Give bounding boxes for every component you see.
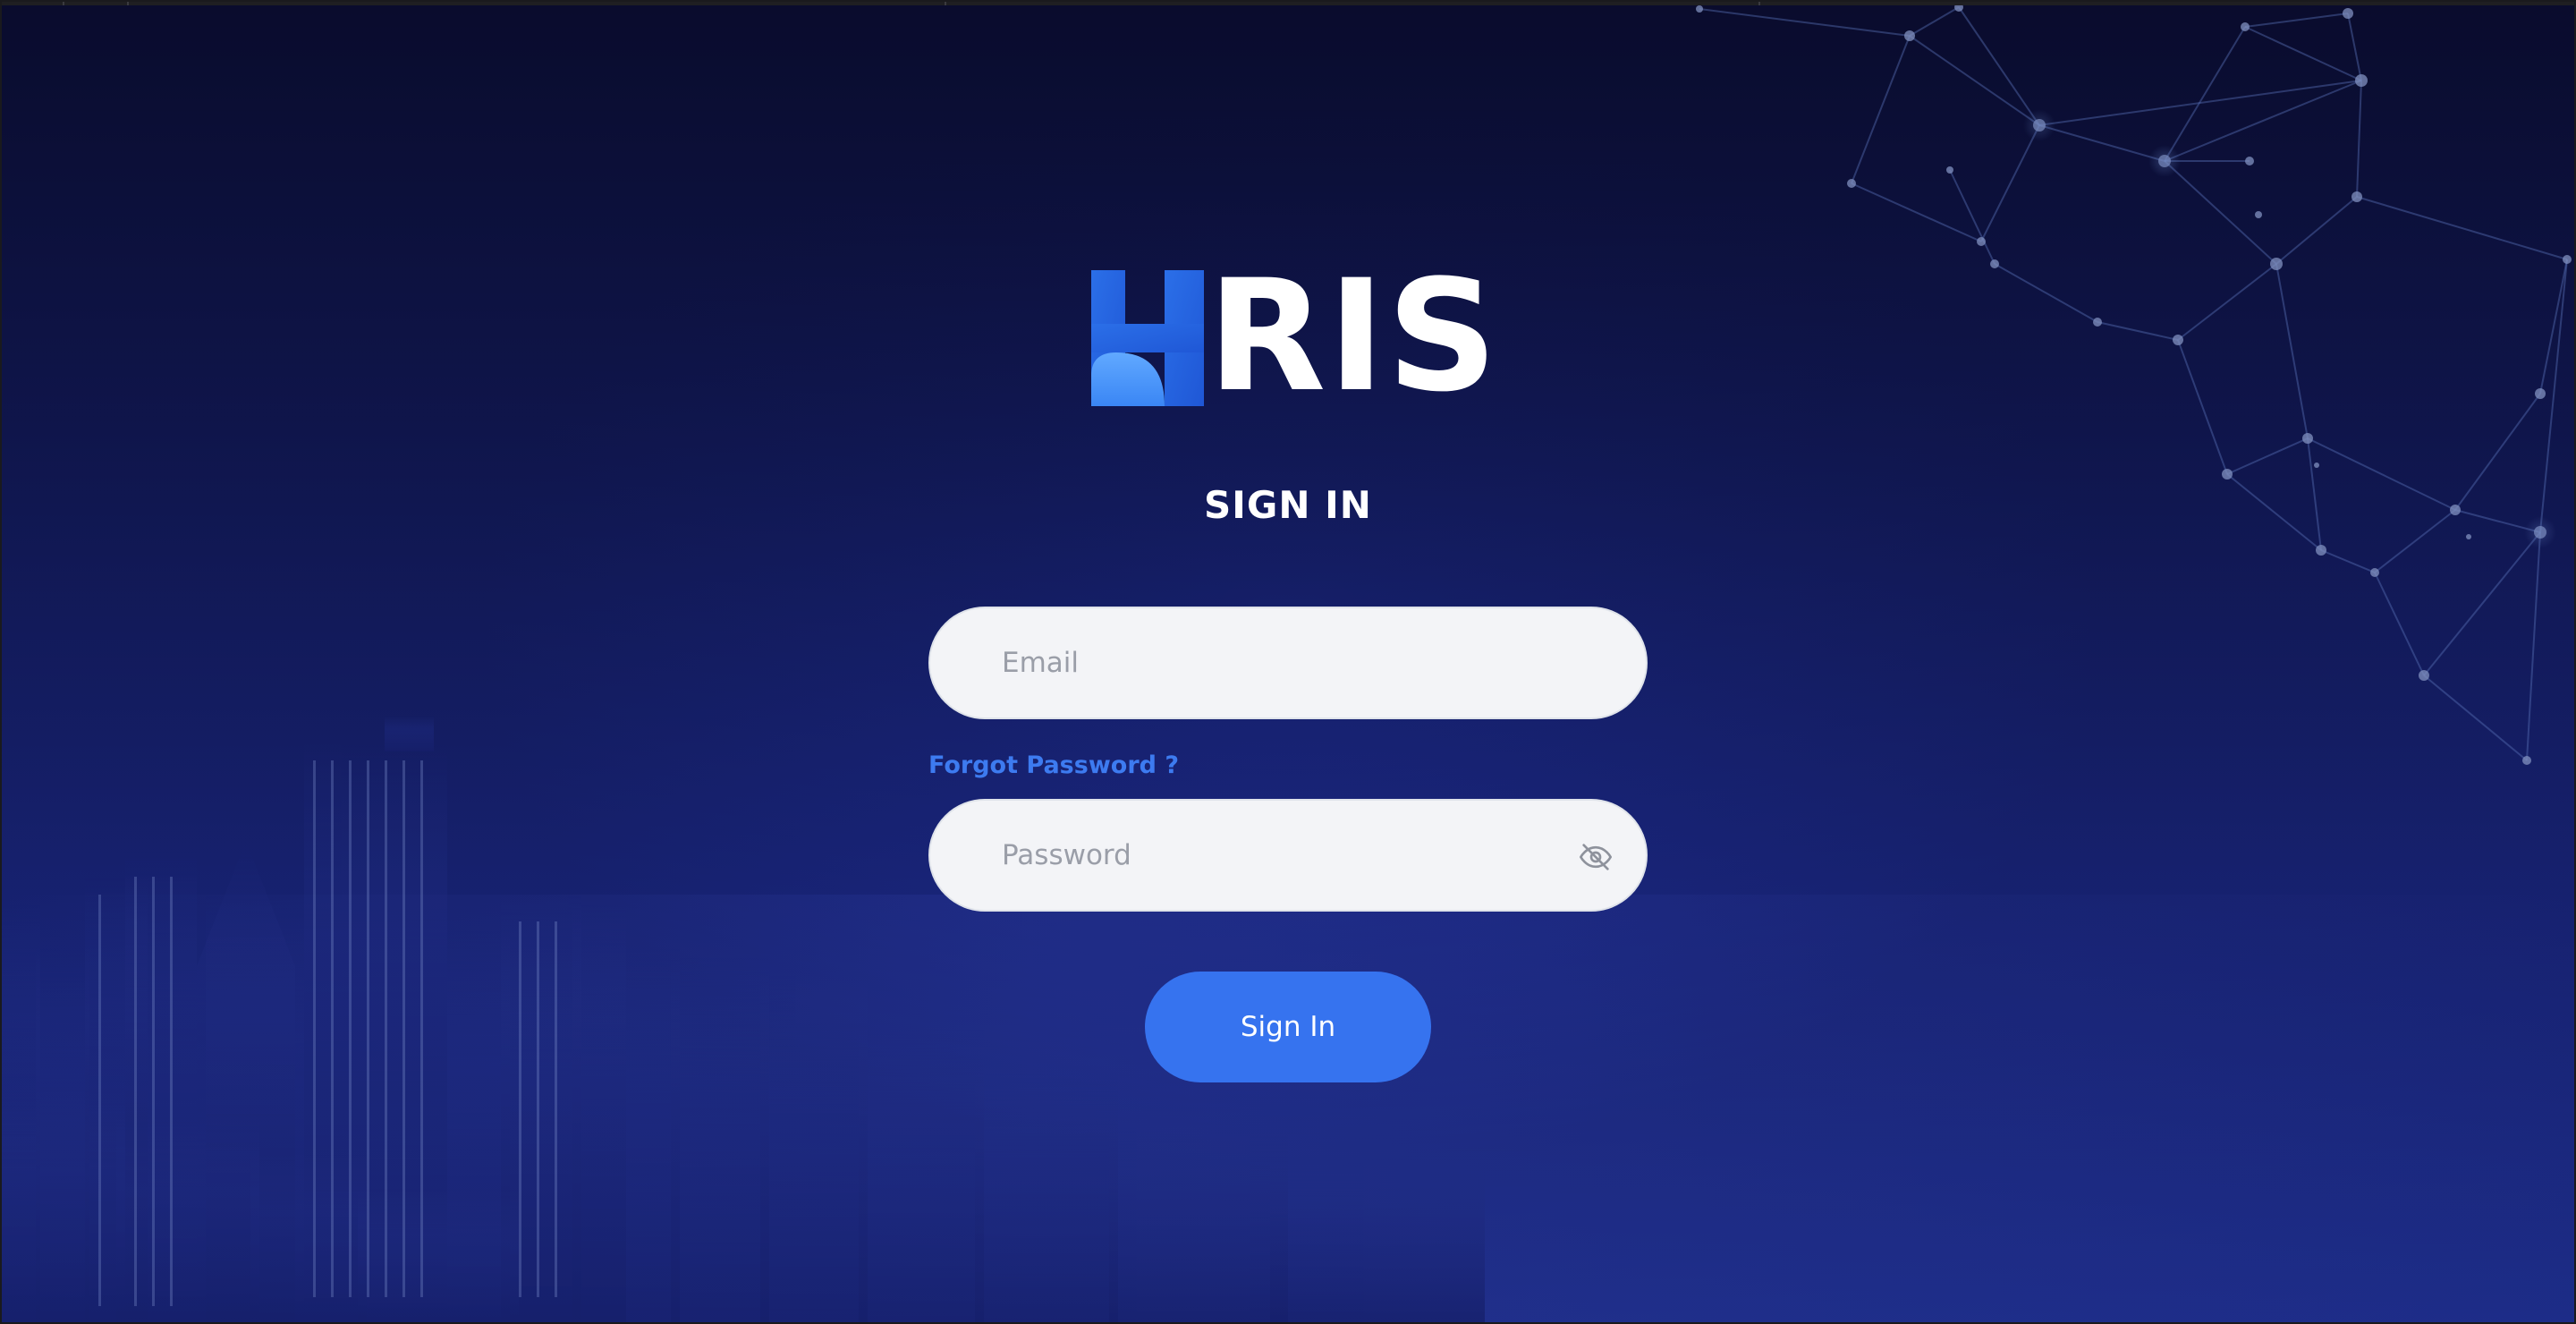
password-field-wrapper — [928, 799, 1648, 912]
page-title: SIGN IN — [1204, 483, 1372, 527]
eye-slash-icon[interactable] — [1578, 839, 1614, 875]
forgot-password-link[interactable]: Forgot Password ? — [928, 751, 1179, 779]
email-field[interactable] — [1000, 635, 1540, 691]
login-screen: RIS SIGN IN Forgot Password ? Sign In — [0, 0, 2576, 1324]
password-field[interactable] — [1000, 828, 1540, 883]
email-field-wrapper — [928, 607, 1648, 719]
hris-logo: RIS — [1089, 259, 1497, 413]
window-top-bar — [0, 0, 2576, 5]
sign-in-button[interactable]: Sign In — [1145, 972, 1431, 1082]
logo-text: RIS — [1208, 246, 1500, 426]
